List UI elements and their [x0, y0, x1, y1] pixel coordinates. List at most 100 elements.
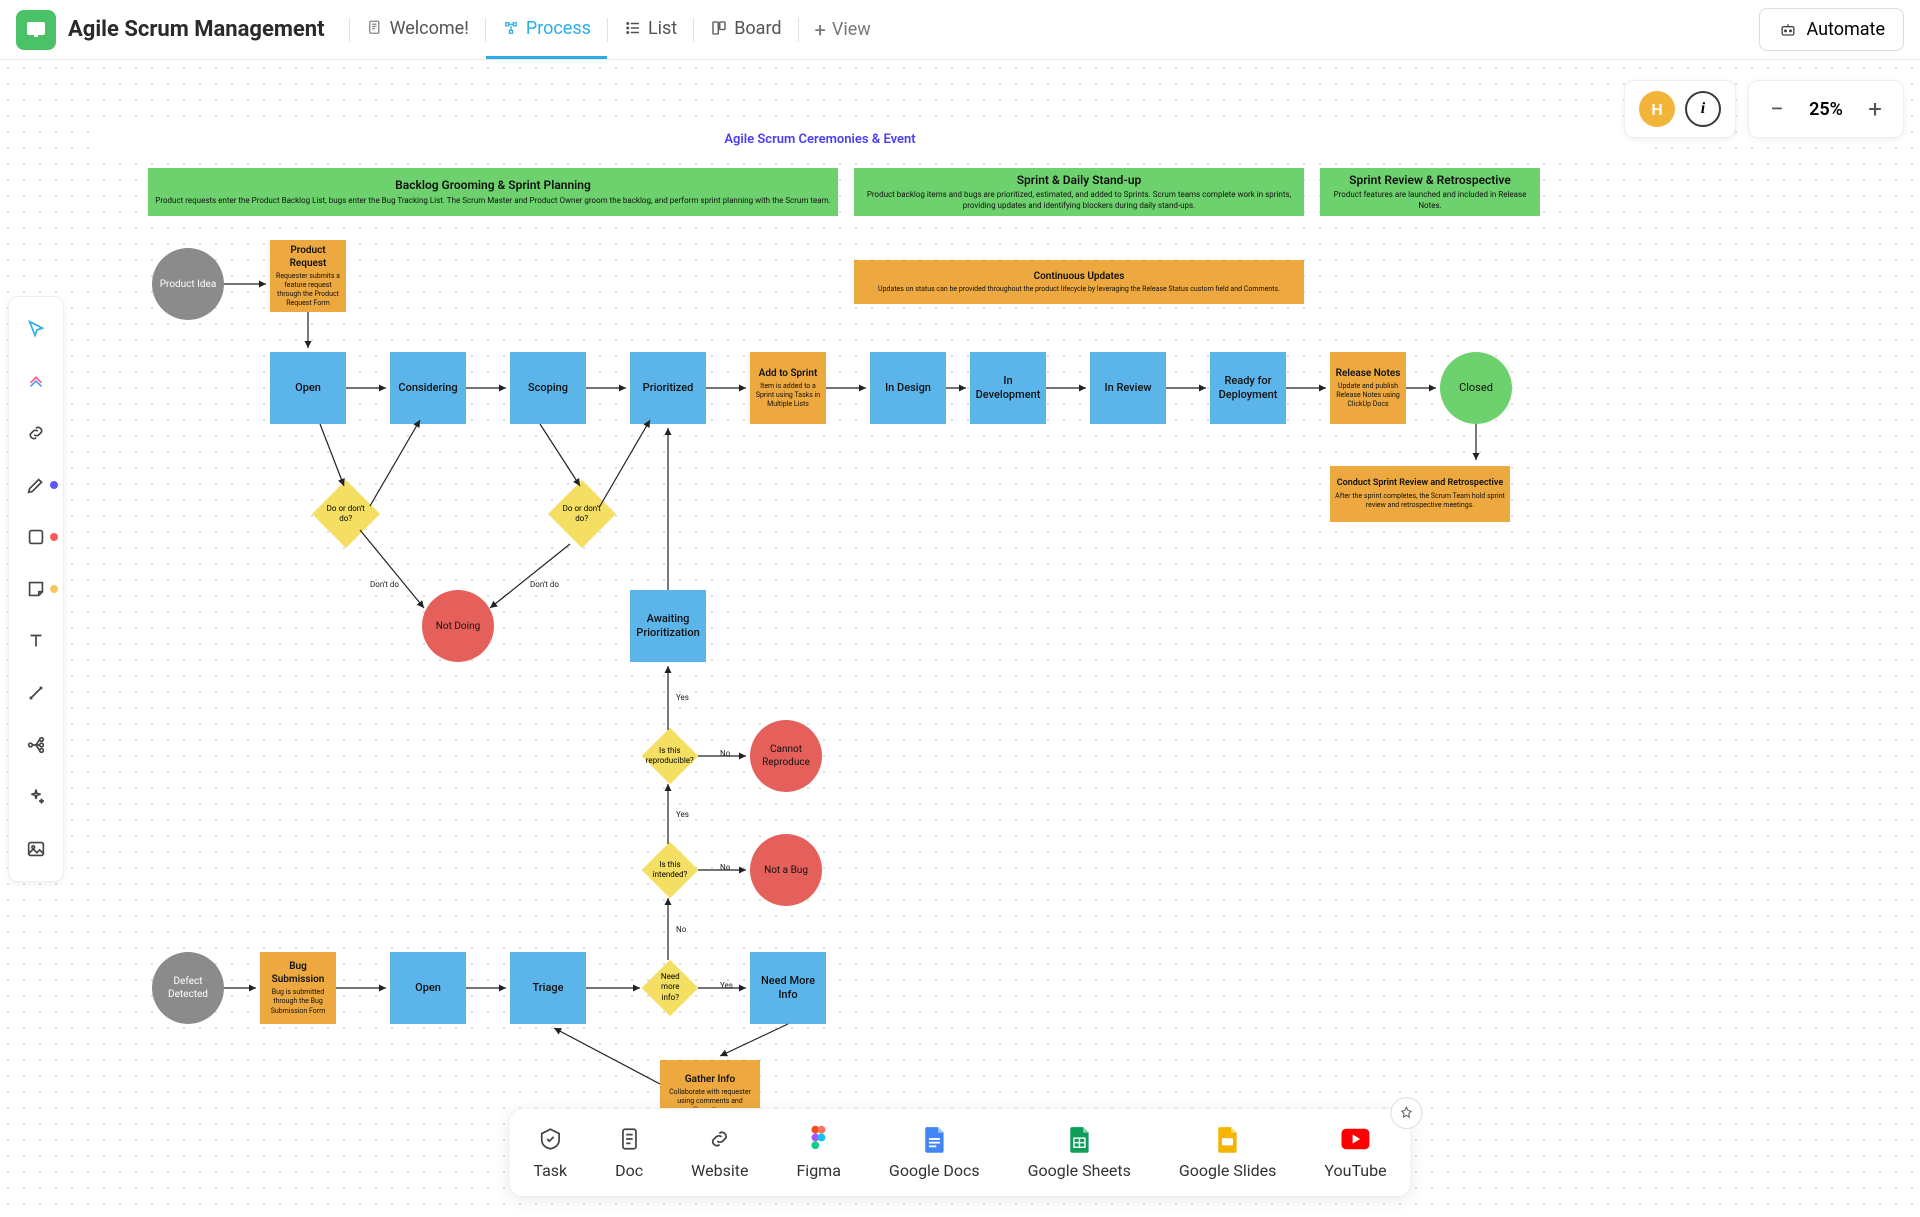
tab-process[interactable]: Process: [486, 0, 607, 59]
node-intended[interactable]: Is this intended?: [642, 842, 699, 899]
tool-select[interactable]: [16, 305, 56, 353]
node-product-request[interactable]: Product Request Requester submits a feat…: [270, 240, 346, 312]
dock-website[interactable]: Website: [691, 1125, 748, 1180]
node-label: Is this intended?: [653, 860, 688, 881]
node-scoping[interactable]: Scoping: [510, 352, 586, 424]
edge-label: No: [676, 925, 686, 934]
node-label: Need More Info: [754, 974, 822, 1003]
tool-text[interactable]: [16, 617, 56, 665]
pin-button[interactable]: [1391, 1097, 1423, 1129]
tab-board[interactable]: Board: [694, 0, 797, 59]
node-label: Considering: [398, 381, 457, 395]
tool-ai[interactable]: [16, 773, 56, 821]
add-view-button[interactable]: + View: [799, 18, 887, 42]
automate-button[interactable]: Automate: [1759, 8, 1904, 51]
info-button[interactable]: i: [1685, 91, 1721, 127]
zoom-in-button[interactable]: +: [1861, 95, 1889, 123]
avatar[interactable]: H: [1639, 91, 1675, 127]
dock-gslides[interactable]: Google Slides: [1179, 1125, 1277, 1180]
node-defect[interactable]: Defect Detected: [152, 952, 224, 1024]
header: Agile Scrum Management Welcome! Process …: [0, 0, 1920, 60]
node-reproducible[interactable]: Is this reproducible?: [642, 728, 699, 785]
node-sub: Update and publish Release Notes using C…: [1334, 382, 1402, 409]
node-retro[interactable]: Conduct Sprint Review and Retrospective …: [1330, 466, 1510, 522]
node-triage[interactable]: Triage: [510, 952, 586, 1024]
node-label: Triage: [532, 981, 563, 995]
node-title: Conduct Sprint Review and Retrospective: [1337, 478, 1503, 490]
image-icon: [25, 838, 47, 860]
node-sub: After the sprint completes, the Scrum Te…: [1334, 492, 1506, 510]
node-decision-2[interactable]: Do or don't do?: [548, 480, 616, 548]
dock-task[interactable]: Task: [533, 1125, 567, 1180]
tool-pen[interactable]: [16, 461, 56, 509]
tab-label: Welcome!: [390, 18, 469, 39]
node-in-review[interactable]: In Review: [1090, 352, 1166, 424]
board-icon: [710, 19, 728, 37]
tab-label: List: [648, 18, 677, 39]
tab-label: Board: [734, 18, 781, 39]
node-ready-deploy[interactable]: Ready for Deployment: [1210, 352, 1286, 424]
node-awaiting[interactable]: Awaiting Prioritization: [630, 590, 706, 662]
node-considering[interactable]: Considering: [390, 352, 466, 424]
node-add-sprint[interactable]: Add to Sprint Item is added to a Sprint …: [750, 352, 826, 424]
node-label: Prioritized: [643, 381, 694, 395]
dock-label: Google Slides: [1179, 1161, 1277, 1180]
youtube-icon: [1341, 1125, 1369, 1153]
node-in-design[interactable]: In Design: [870, 352, 946, 424]
pin-doc-icon: [366, 19, 384, 37]
node-label: Awaiting Prioritization: [634, 612, 702, 641]
tool-connector[interactable]: [16, 669, 56, 717]
tool-shape[interactable]: [16, 513, 56, 561]
node-prioritized[interactable]: Prioritized: [630, 352, 706, 424]
dock-youtube[interactable]: YouTube: [1324, 1125, 1386, 1180]
connector-icon: [25, 682, 47, 704]
node-sub: Bug is submitted through the Bug Submiss…: [264, 988, 332, 1015]
node-label: Not Doing: [436, 620, 480, 633]
node-need-more[interactable]: Need More Info: [750, 952, 826, 1024]
mindmap-icon: [25, 734, 47, 756]
dock-label: YouTube: [1324, 1161, 1386, 1180]
tab-welcome[interactable]: Welcome!: [350, 0, 485, 59]
header-review[interactable]: Sprint Review & Retrospective Product fe…: [1320, 168, 1540, 216]
node-bug-submission[interactable]: Bug Submission Bug is submitted through …: [260, 952, 336, 1024]
header-backlog[interactable]: Backlog Grooming & Sprint Planning Produ…: [148, 168, 838, 216]
header-sprint[interactable]: Sprint & Daily Stand-up Product backlog …: [854, 168, 1304, 216]
node-release-notes[interactable]: Release Notes Update and publish Release…: [1330, 352, 1406, 424]
gdocs-icon: [920, 1125, 948, 1153]
node-in-dev[interactable]: In Development: [970, 352, 1046, 424]
node-title: Release Notes: [1336, 367, 1401, 380]
tool-clickup[interactable]: [16, 357, 56, 405]
node-open[interactable]: Open: [270, 352, 346, 424]
process-icon: [502, 19, 520, 37]
tab-list[interactable]: List: [608, 0, 693, 59]
zoom-out-button[interactable]: −: [1763, 95, 1791, 123]
node-label: Ready for Deployment: [1214, 374, 1282, 403]
clickup-icon: [25, 370, 47, 392]
node-label: In Design: [885, 381, 931, 395]
node-cannot-reproduce[interactable]: Cannot Reproduce: [750, 720, 822, 792]
tool-image[interactable]: [16, 825, 56, 873]
dock-figma[interactable]: Figma: [796, 1125, 840, 1180]
continuous-updates[interactable]: Continuous Updates Updates on status can…: [854, 260, 1304, 304]
node-not-bug[interactable]: Not a Bug: [750, 834, 822, 906]
node-closed[interactable]: Closed: [1440, 352, 1512, 424]
dock-gsheets[interactable]: Google Sheets: [1028, 1125, 1131, 1180]
plus-icon: +: [815, 18, 826, 42]
node-label: Not a Bug: [764, 864, 808, 877]
tool-sticky[interactable]: [16, 565, 56, 613]
node-decision-1[interactable]: Do or don't do?: [312, 480, 380, 548]
node-not-doing[interactable]: Not Doing: [422, 590, 494, 662]
dock-label: Task: [533, 1161, 567, 1180]
dock-label: Doc: [615, 1161, 643, 1180]
tool-link[interactable]: [16, 409, 56, 457]
node-product-idea[interactable]: Product Idea: [152, 248, 224, 320]
canvas[interactable]: Agile Scrum Ceremonies & Event Backlog G…: [0, 60, 1920, 1217]
doc-icon: [615, 1125, 643, 1153]
dock-gdocs[interactable]: Google Docs: [889, 1125, 980, 1180]
tool-mindmap[interactable]: [16, 721, 56, 769]
node-more-info[interactable]: Need more info?: [642, 960, 699, 1017]
node-label: Open: [295, 381, 321, 395]
node-label: Scoping: [528, 381, 568, 395]
dock-doc[interactable]: Doc: [615, 1125, 643, 1180]
node-open-bug[interactable]: Open: [390, 952, 466, 1024]
